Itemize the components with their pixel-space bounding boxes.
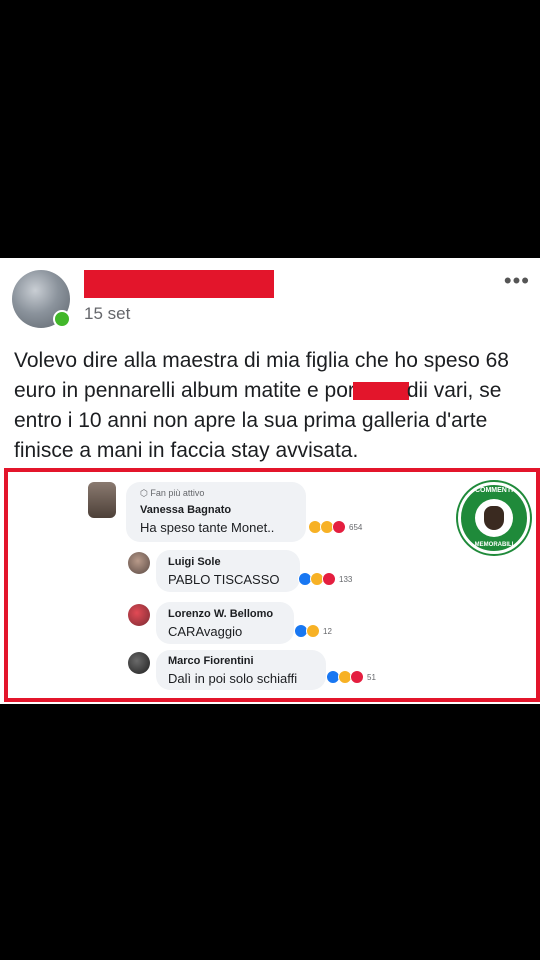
reaction-count: 654 [349, 522, 363, 532]
love-icon [322, 572, 336, 586]
commenter-name[interactable]: Lorenzo W. Bellomo [168, 608, 273, 620]
comment-text: PABLO TISCASSO [168, 572, 280, 587]
comments-frame: ⬡ Fan più attivo Vanessa Bagnato Ha spes… [4, 468, 540, 702]
bearded-man-icon [484, 506, 504, 530]
online-status-dot [53, 310, 71, 328]
author-avatar[interactable] [12, 270, 71, 328]
post-date[interactable]: 15 set [84, 304, 130, 324]
commenter-avatar[interactable] [128, 552, 150, 574]
haha-icon [306, 624, 320, 638]
commenter-avatar[interactable] [128, 652, 150, 674]
reactions[interactable]: 12 [294, 624, 332, 638]
word-redacted [352, 382, 409, 401]
top-fan-badge: ⬡ Fan più attivo [140, 488, 205, 498]
more-options-icon[interactable]: ••• [504, 268, 530, 294]
love-icon [332, 520, 346, 534]
reactions[interactable]: 51 [326, 670, 376, 684]
commenter-name[interactable]: Luigi Sole [168, 556, 221, 568]
commenti-memorabili-logo: COMMENTI MEMORABILI [458, 482, 530, 554]
logo-top-text: COMMENTI [474, 487, 514, 494]
reaction-count: 12 [323, 626, 332, 636]
reaction-count: 133 [339, 574, 353, 584]
commenter-avatar[interactable] [88, 482, 116, 518]
commenter-avatar[interactable] [128, 604, 150, 626]
comment-text: Dalì in poi solo schiaffi [168, 671, 298, 686]
reaction-count: 51 [367, 672, 376, 682]
comment-bubble: Lorenzo W. Bellomo CARAvaggio [156, 602, 294, 644]
logo-bottom-text: MEMORABILI [474, 542, 514, 548]
comment-text: Ha speso tante Monet.. [140, 520, 275, 535]
post-text: Volevo dire alla maestra di mia figlia c… [14, 346, 536, 466]
comment-bubble: Luigi Sole PABLO TISCASSO [156, 550, 300, 592]
comment-bubble: ⬡ Fan più attivo Vanessa Bagnato Ha spes… [126, 482, 306, 542]
comment-text: CARAvaggio [168, 624, 243, 639]
comment-bubble: Marco Fiorentini Dalì in poi solo schiaf… [156, 650, 326, 690]
commenter-name[interactable]: Marco Fiorentini [168, 655, 254, 667]
reactions[interactable]: 654 [308, 520, 362, 534]
author-name-redacted [84, 270, 274, 298]
commenter-name[interactable]: Vanessa Bagnato [140, 504, 231, 516]
love-icon [350, 670, 364, 684]
reactions[interactable]: 133 [298, 572, 352, 586]
